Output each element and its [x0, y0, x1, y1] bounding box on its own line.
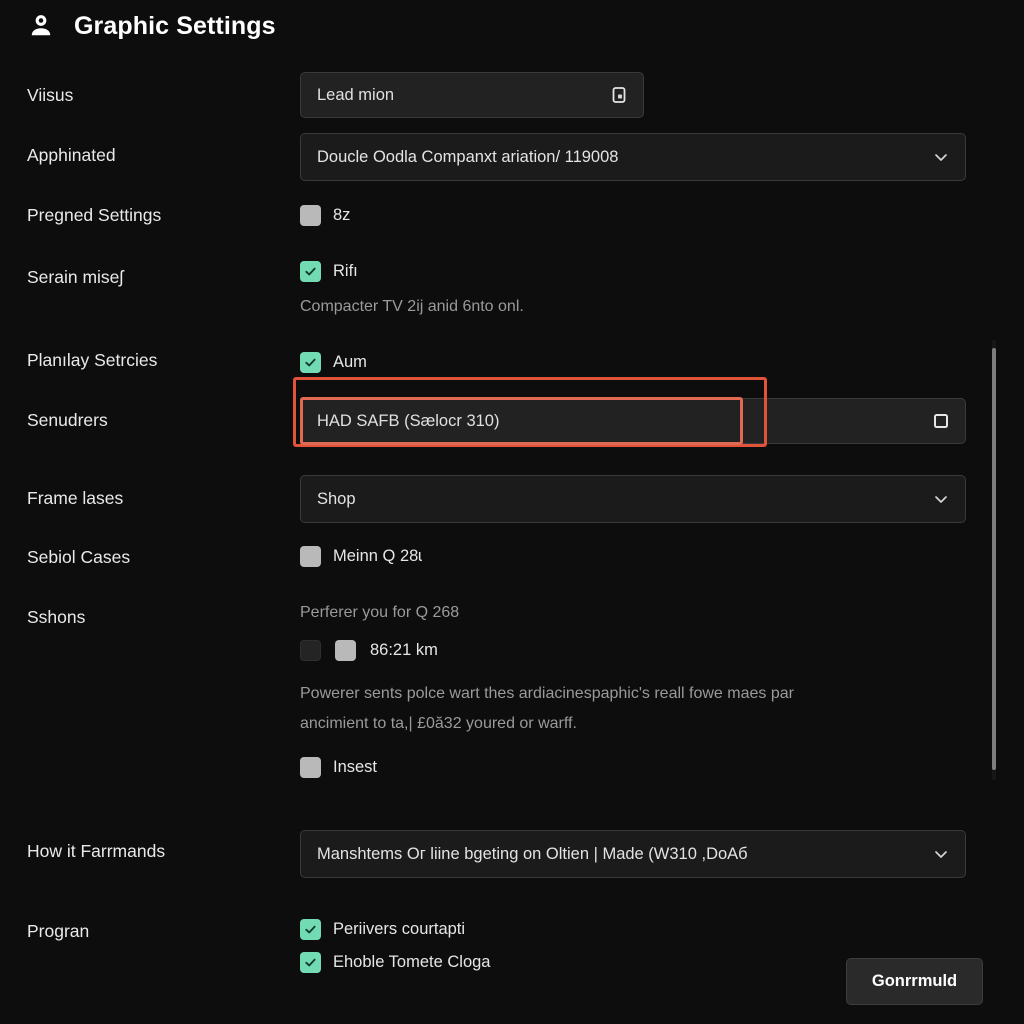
lead-mion-value: Lead mion	[317, 85, 395, 104]
frame-lases-control: Shop	[300, 475, 966, 523]
frame-lases-select[interactable]: Shop	[300, 475, 966, 523]
frame-lases-select-value: Shop	[317, 489, 356, 508]
distance-checkbox-light[interactable]	[335, 640, 356, 661]
senudrers-control: HAD SAFB (Sælocr 310)	[300, 398, 966, 444]
how-it-farrmands-select[interactable]: Manshtems Oг liine bgeting on Oltien | M…	[300, 830, 966, 878]
senudrers-value: HAD SAFB (Sælocr 310)	[317, 411, 500, 430]
distance-checkbox-dark[interactable]	[300, 640, 321, 661]
sshons-heading: Perferer you for Q 268	[300, 604, 460, 621]
gonrrmuld-button[interactable]: Gonrrmuld	[846, 958, 983, 1005]
sshons-paragraph-line2: ancimient to ta,| £0ă32 youred or warff.	[300, 715, 577, 732]
insest-checkbox-label: Insest	[333, 758, 378, 776]
square-outline-icon[interactable]	[931, 411, 951, 431]
sshons-control: Perferer you for Q 268 86:21 km Powerer …	[300, 598, 966, 778]
serain-mises-description: Compacter TV 2ĳ anid 6nto onl.	[300, 298, 524, 315]
senudrers-input[interactable]: HAD SAFB (Sælocr 310)	[300, 398, 966, 444]
insest-checkbox[interactable]	[300, 757, 321, 778]
progran-control: Periivers courtapti Ehoble Tomete Cloga	[300, 919, 490, 973]
copy-box-icon[interactable]	[609, 85, 629, 105]
periivers-checkbox-row[interactable]: Periivers courtapti	[300, 919, 490, 940]
ehoble-checkbox-row[interactable]: Ehoble Tomete Cloga	[300, 952, 490, 973]
pregned-checkbox-row[interactable]: 8z	[300, 205, 350, 226]
planilay-setrcies-control: Aum	[300, 352, 367, 373]
page-header: Graphic Settings	[0, 0, 1024, 52]
scrollbar-thumb[interactable]	[992, 348, 996, 770]
row-label-visus: Viisus	[27, 85, 74, 105]
pregned-settings-control: 8z	[300, 205, 350, 226]
ehoble-checkbox-label: Ehoble Tomete Cloga	[333, 953, 491, 971]
sshons-paragraph-line1: Powerer sents polce wart thes ardiacines…	[300, 685, 794, 702]
meinn-checkbox-label: Meinn Q 28ɩ	[333, 547, 422, 565]
row-label-sshons: Sshons	[27, 607, 86, 627]
rifi-checkbox[interactable]	[300, 261, 321, 282]
row-label-pregned-settings: Pregned Settings	[27, 205, 162, 225]
lead-mion-input[interactable]: Lead mion	[300, 72, 644, 118]
rifi-checkbox-row[interactable]: Rifı	[300, 261, 524, 282]
user-avatar-icon	[26, 11, 56, 41]
meinn-checkbox-row[interactable]: Meinn Q 28ɩ	[300, 546, 422, 567]
aum-checkbox-label: Aum	[333, 353, 367, 371]
rifi-checkbox-label: Rifı	[333, 262, 358, 280]
row-label-sebiol-cases: Sebiol Cases	[27, 547, 131, 567]
serain-mises-control: Rifı Compacter TV 2ĳ anid 6nto onl.	[300, 261, 524, 322]
how-it-farrmands-select-value: Manshtems Oг liine bgeting on Oltien | M…	[317, 844, 748, 863]
row-label-apphinated: Apphinated	[27, 145, 116, 165]
sebiol-cases-control: Meinn Q 28ɩ	[300, 546, 422, 567]
gonrrmuld-button-label: Gonrrmuld	[871, 972, 958, 990]
periivers-checkbox-label: Periivers courtapti	[333, 920, 466, 938]
chevron-down-icon	[933, 491, 949, 507]
how-it-farrmands-control: Manshtems Oг liine bgeting on Oltien | M…	[300, 830, 966, 878]
row-label-progran: Progran	[27, 921, 90, 941]
aum-checkbox[interactable]	[300, 352, 321, 373]
apphinated-select[interactable]: Doucle Oodla Companxt ariation/ 119008	[300, 133, 966, 181]
insest-checkbox-row[interactable]: Insest	[300, 757, 966, 778]
row-label-frame-lases: Frame lases	[27, 488, 124, 508]
apphinated-control: Doucle Oodla Companxt ariation/ 119008	[300, 133, 966, 181]
distance-row[interactable]: 86:21 km	[300, 640, 966, 661]
apphinated-select-value: Doucle Oodla Companxt ariation/ 119008	[317, 147, 619, 166]
periivers-checkbox[interactable]	[300, 919, 321, 940]
chevron-down-icon	[933, 846, 949, 862]
row-label-planilay-setrcies: Planılay Setrcies	[27, 350, 158, 370]
ehoble-checkbox[interactable]	[300, 952, 321, 973]
visus-control: Lead mion	[300, 72, 644, 118]
pregned-checkbox[interactable]	[300, 205, 321, 226]
aum-checkbox-row[interactable]: Aum	[300, 352, 367, 373]
row-label-serain-mises: Serain miseʃ	[27, 267, 124, 287]
page-title: Graphic Settings	[74, 11, 276, 40]
row-label-senudrers: Senudrers	[27, 410, 108, 430]
chevron-down-icon	[933, 149, 949, 165]
row-label-how-it-farrmands: How it Farrmands	[27, 841, 166, 861]
meinn-checkbox[interactable]	[300, 546, 321, 567]
distance-label: 86:21 km	[370, 641, 438, 659]
pregned-checkbox-label: 8z	[333, 206, 351, 224]
